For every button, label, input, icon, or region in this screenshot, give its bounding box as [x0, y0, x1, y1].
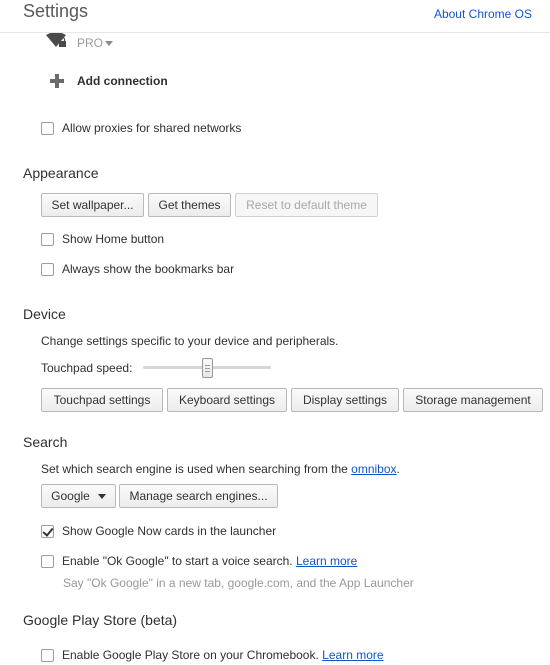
allow-proxies-checkbox[interactable]	[41, 121, 54, 135]
network-type: PRO	[77, 36, 104, 50]
play-store-checkbox[interactable]	[41, 648, 54, 662]
ok-google-hint: Say "Ok Google" in a new tab, google.com…	[63, 576, 414, 590]
slider-thumb[interactable]	[202, 358, 213, 378]
show-home-row[interactable]: Show Home button	[41, 231, 164, 247]
page-title: Settings	[23, 1, 89, 21]
show-bookmarks-checkbox[interactable]	[41, 262, 54, 276]
omnibox-link[interactable]: omnibox	[351, 462, 396, 476]
allow-proxies-label: Allow proxies for shared networks	[62, 121, 242, 135]
touchpad-speed-label: Touchpad speed:	[41, 361, 133, 375]
get-themes-button[interactable]: Get themes	[148, 193, 231, 217]
device-description: Change settings specific to your device …	[41, 334, 339, 348]
reset-theme-button[interactable]: Reset to default theme	[235, 193, 378, 217]
ok-google-learn-more-link[interactable]: Learn more	[296, 554, 357, 568]
plus-icon	[50, 74, 64, 88]
google-now-row[interactable]: Show Google Now cards in the launcher	[41, 523, 276, 539]
show-bookmarks-row[interactable]: Always show the bookmarks bar	[41, 261, 234, 277]
manage-search-engines-button[interactable]: Manage search engines...	[119, 484, 278, 508]
ok-google-row[interactable]: Enable "Ok Google" to start a voice sear…	[41, 553, 357, 569]
play-store-text: Enable Google Play Store on your Chromeb…	[62, 648, 319, 662]
search-description-text: Set which search engine is used when sea…	[41, 462, 352, 476]
search-title: Search	[23, 434, 68, 450]
chevron-down-icon[interactable]	[105, 41, 113, 46]
search-engine-select[interactable]: Google	[41, 484, 116, 508]
search-description-suffix: .	[396, 462, 400, 476]
search-description: Set which search engine is used when sea…	[41, 462, 400, 476]
settings-header: Settings About Chrome OS	[0, 0, 550, 33]
ok-google-label: Enable "Ok Google" to start a voice sear…	[62, 554, 357, 568]
touchpad-speed-slider[interactable]	[143, 358, 271, 378]
add-connection-label: Add connection	[77, 74, 168, 88]
appearance-title: Appearance	[23, 165, 99, 181]
display-settings-button[interactable]: Display settings	[291, 388, 399, 412]
play-store-label: Enable Google Play Store on your Chromeb…	[62, 648, 384, 662]
google-now-checkbox[interactable]	[41, 524, 54, 538]
show-home-checkbox[interactable]	[41, 232, 54, 246]
play-store-row[interactable]: Enable Google Play Store on your Chromeb…	[41, 647, 384, 663]
about-chrome-os-link[interactable]: About Chrome OS	[434, 7, 532, 21]
storage-management-button[interactable]: Storage management	[403, 388, 543, 412]
set-wallpaper-button[interactable]: Set wallpaper...	[41, 193, 144, 217]
search-engine-value: Google	[51, 489, 90, 503]
touchpad-settings-button[interactable]: Touchpad settings	[41, 388, 163, 412]
device-title: Device	[23, 306, 66, 322]
ok-google-checkbox[interactable]	[41, 554, 54, 568]
wifi-locked-icon	[46, 32, 66, 47]
show-bookmarks-label: Always show the bookmarks bar	[62, 262, 235, 276]
show-home-label: Show Home button	[62, 232, 165, 246]
google-now-label: Show Google Now cards in the launcher	[62, 524, 277, 538]
add-connection-button[interactable]: Add connection	[50, 72, 168, 90]
keyboard-settings-button[interactable]: Keyboard settings	[167, 388, 287, 412]
play-store-learn-more-link[interactable]: Learn more	[322, 648, 383, 662]
ok-google-text: Enable "Ok Google" to start a voice sear…	[62, 554, 293, 568]
play-store-title: Google Play Store (beta)	[23, 612, 178, 628]
chevron-down-icon	[97, 493, 106, 499]
allow-proxies-row[interactable]: Allow proxies for shared networks	[41, 120, 241, 136]
